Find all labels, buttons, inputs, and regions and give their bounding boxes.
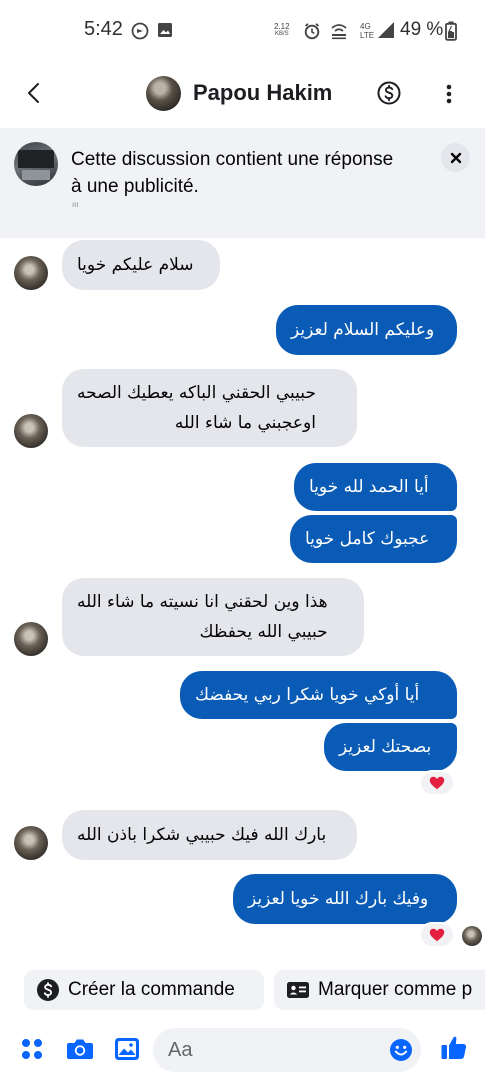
network-type: 4G LTE [360,22,375,40]
message-bubble-sent[interactable]: وفيك بارك الله خويا لعزيز [233,874,457,924]
create-order-label: Créer la commande [68,979,235,1000]
alarm-icon [303,22,321,44]
message-input[interactable]: Aa [153,1028,421,1072]
heart-icon [429,928,445,942]
battery-percent: 49 % [400,19,444,40]
signal-icon [377,21,395,43]
dollar-circle-icon[interactable] [377,81,401,105]
message-reaction[interactable] [419,770,455,796]
gallery-icon[interactable] [114,1037,140,1065]
ad-thumbnail[interactable] [14,142,58,186]
message-bubble-sent[interactable]: أيا أوكي خويا شكرا ربي يحفضك [180,671,457,719]
network-speed: 2.12 KB/S [274,22,290,37]
chat-header: Papou Hakim [0,64,485,126]
banner-subtext: ווו [72,200,79,209]
contact-avatar[interactable] [146,76,181,111]
status-time: 5:42 [84,18,123,40]
id-card-icon [287,982,309,998]
camera-icon[interactable] [66,1037,94,1065]
message-composer: Aa [0,1024,485,1080]
battery-icon [445,21,457,45]
create-order-button[interactable]: Créer la commande [24,970,264,1010]
message-bubble-received[interactable]: حبيبي الحقني الباكه يعطيك الصحه اوعجبني … [62,369,357,447]
seen-avatar [462,926,482,946]
status-bar: 5:42 2.12 KB/S 4G LTE 49 % [0,0,485,64]
message-bubble-received[interactable]: هذا وين لحقني انا نسيته ما شاء الله حبيب… [62,578,364,656]
mark-as-label: Marquer comme p [318,979,473,1000]
banner-text: Cette discussion contient une réponse à … [71,149,394,197]
mark-as-button[interactable]: Marquer comme p [274,970,485,1010]
ad-reply-banner: Cette discussion contient une réponse à … [0,128,485,238]
more-vertical-icon[interactable] [440,82,458,106]
sender-avatar [14,622,48,656]
emoji-icon[interactable] [389,1038,413,1066]
message-bubble-sent[interactable]: وعليكم السلام لعزيز [276,305,457,355]
whatsapp-status-icon [131,22,149,44]
sender-avatar [14,826,48,860]
message-bubble-received[interactable]: بارك الله فيك حبيبي شكرا باذن الله [62,810,357,860]
message-input-placeholder: Aa [168,1039,193,1061]
back-arrow-icon[interactable] [22,80,46,106]
like-thumb-icon[interactable] [440,1034,468,1066]
dollar-circle-icon [37,979,59,1001]
message-bubble-sent[interactable]: عجبوك كامل خويا [290,515,457,563]
heart-icon [429,776,445,790]
message-reaction[interactable] [419,922,455,948]
sender-avatar [14,414,48,448]
close-icon[interactable] [441,143,470,172]
message-bubble-sent[interactable]: أيا الحمد لله خويا [294,463,457,511]
message-bubble-received[interactable]: سلام عليكم خويا [62,240,220,290]
sender-avatar [14,256,48,290]
contact-name[interactable]: Papou Hakim [193,80,332,106]
menu-grid-icon[interactable] [20,1037,44,1065]
hotspot-icon [329,22,349,44]
gallery-status-icon [157,22,173,42]
message-bubble-sent[interactable]: بصحتك لعزيز [324,723,457,771]
